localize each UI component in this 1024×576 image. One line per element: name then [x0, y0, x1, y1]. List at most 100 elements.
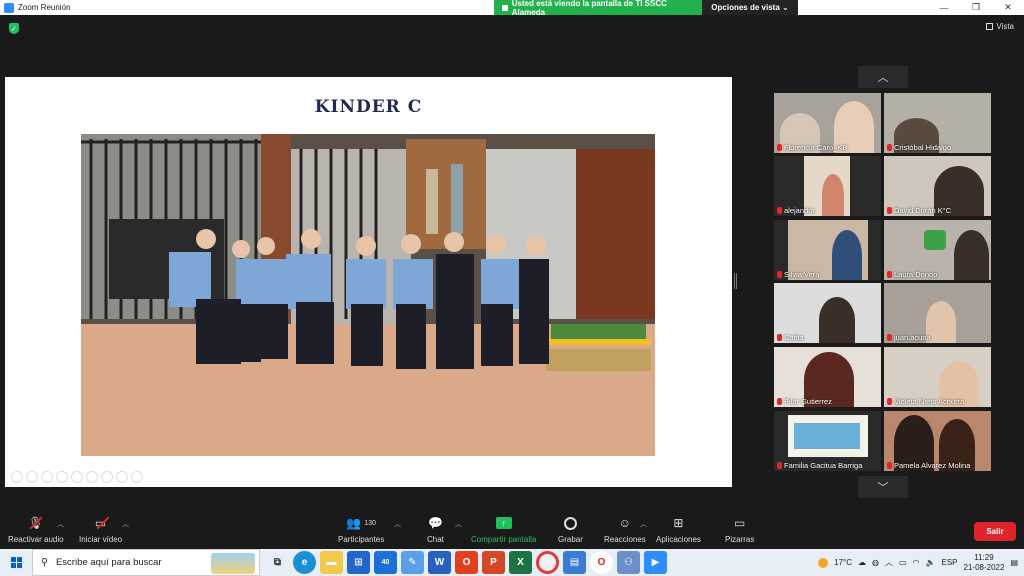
panel-splitter[interactable]: [734, 273, 737, 289]
participants-count: 130: [364, 519, 376, 527]
tool-icon[interactable]: [11, 471, 23, 483]
close-button[interactable]: ✕: [992, 0, 1024, 15]
start-button[interactable]: [0, 549, 32, 576]
opera-icon[interactable]: O: [590, 551, 613, 574]
share-screen-icon: ↑: [495, 515, 512, 531]
app-icon[interactable]: ⚇: [617, 551, 640, 574]
chevron-up-icon[interactable]: ︿: [394, 519, 401, 529]
chevron-up-icon[interactable]: ︿: [57, 519, 64, 529]
view-button[interactable]: Vista: [986, 22, 1014, 31]
muted-mic-icon: [887, 207, 892, 214]
speaker-icon[interactable]: 🔈: [926, 558, 936, 567]
muted-mic-icon: [887, 398, 892, 405]
task-view-icon[interactable]: ⧉: [266, 551, 289, 574]
start-video-button[interactable]: ▭ Iniciar vídeo: [79, 515, 122, 544]
tool-icon[interactable]: [86, 471, 98, 483]
language-indicator[interactable]: ESP: [942, 558, 958, 567]
tool-icon[interactable]: [26, 471, 38, 483]
unmute-button[interactable]: 🎙 Reactivar audio: [8, 515, 64, 544]
muted-mic-icon: 🎙: [28, 515, 43, 531]
chevron-up-icon[interactable]: ︿: [640, 519, 647, 529]
office-icon[interactable]: O: [455, 551, 478, 574]
participant-name: Violeta Nieto Achurra: [887, 397, 964, 406]
muted-mic-icon: [777, 334, 782, 341]
zoom-app-icon: [4, 2, 14, 13]
taskbar-apps: ⧉ e ▬ ⊞ 40 ✎ W O P X ▤ O ⚇ ▶: [266, 551, 667, 574]
muted-mic-icon: [777, 462, 782, 469]
participant-tile[interactable]: Laura Donoo: [884, 220, 991, 280]
class-photo-image: [81, 134, 655, 456]
participant-tile[interactable]: Florencia Caro_KB: [774, 93, 881, 153]
weather-icon[interactable]: [818, 557, 829, 568]
muted-mic-icon: [777, 144, 782, 151]
powerpoint-icon[interactable]: P: [482, 551, 505, 574]
participants-button[interactable]: 👥 130 Participantes: [338, 515, 384, 544]
clock[interactable]: 11:29 21-08-2022: [964, 553, 1005, 573]
record-icon: [563, 515, 577, 531]
chat-button[interactable]: 💬 Chat: [427, 515, 444, 544]
share-screen-button[interactable]: ↑ Compartir pantalla: [471, 515, 536, 544]
cloud-icon[interactable]: ☁: [858, 558, 866, 567]
minimize-button[interactable]: —: [928, 0, 960, 15]
tool-icon[interactable]: [56, 471, 68, 483]
chrome-icon[interactable]: [536, 551, 559, 574]
whiteboards-button[interactable]: ▭ Pizarras: [725, 515, 754, 544]
clock-date: 21-08-2022: [963, 562, 1005, 572]
participant-tile[interactable]: juan.acuna: [884, 283, 991, 343]
participant-tile[interactable]: Silvia Vera: [774, 220, 881, 280]
gallery-scroll-down[interactable]: ﹀: [858, 476, 908, 498]
gallery-scroll-up[interactable]: ︿: [858, 66, 908, 88]
chevron-up-icon[interactable]: ︿: [122, 519, 129, 529]
view-options-button[interactable]: Opciones de vista ⌄: [702, 0, 798, 15]
windows-logo-icon: [10, 557, 22, 568]
tool-icon[interactable]: [101, 471, 113, 483]
shield-icon[interactable]: ✓: [9, 23, 19, 34]
notification-icon[interactable]: ▤: [1010, 558, 1018, 567]
apps-button[interactable]: ⊞ Aplicaciones: [656, 515, 701, 544]
mail-icon[interactable]: 40: [374, 551, 397, 574]
edge-icon[interactable]: e: [293, 551, 316, 574]
participant-name: David Durán K°C: [887, 206, 951, 215]
tool-icon[interactable]: [116, 471, 128, 483]
participant-tile[interactable]: Pilar Gutierrez: [774, 347, 881, 407]
participant-name: Laura Donoo: [887, 270, 937, 279]
participant-tile[interactable]: David Durán K°C: [884, 156, 991, 216]
zoom-icon[interactable]: ▶: [644, 551, 667, 574]
maximize-button[interactable]: ❐: [960, 0, 992, 15]
leave-button[interactable]: Salir: [974, 522, 1016, 541]
tool-icon[interactable]: [41, 471, 53, 483]
apps-icon: ⊞: [673, 516, 684, 530]
record-button[interactable]: Grabar: [558, 515, 583, 544]
word-icon[interactable]: W: [428, 551, 451, 574]
tool-icon[interactable]: [71, 471, 83, 483]
chevron-up-icon[interactable]: ︿: [455, 519, 462, 529]
class-photo: [81, 134, 655, 456]
participants-icon: 👥: [346, 516, 362, 530]
tool-icon[interactable]: [131, 471, 143, 483]
participant-tile[interactable]: alejandra: [774, 156, 881, 216]
app-icon[interactable]: ▤: [563, 551, 586, 574]
hidden-icons-chevron-icon[interactable]: ︿: [885, 557, 893, 568]
search-icon: ⚲: [41, 557, 48, 568]
participant-name: Florencia Caro_KB: [777, 143, 847, 152]
screen-share-icon: [502, 4, 508, 11]
participant-tile[interactable]: Pamela Alvarez Molina: [884, 411, 991, 471]
participant-tile[interactable]: Cristóbal Hidalgo: [884, 93, 991, 153]
battery-icon[interactable]: ▭: [899, 558, 907, 567]
meeting-toolbar: 🎙 Reactivar audio ︿ ▭ Iniciar vídeo ︿ 👥1…: [0, 509, 1024, 549]
windows-taskbar: ⚲ Escribe aquí para buscar ⧉ e ▬ ⊞ 40 ✎ …: [0, 549, 1024, 576]
taskbar-search[interactable]: ⚲ Escribe aquí para buscar: [32, 549, 260, 576]
store-icon[interactable]: ⊞: [347, 551, 370, 574]
participant-tile[interactable]: Catita: [774, 283, 881, 343]
wifi-icon[interactable]: ◠: [913, 558, 920, 567]
app-icon[interactable]: ◍: [872, 558, 879, 567]
file-explorer-icon[interactable]: ▬: [320, 551, 343, 574]
participant-tile[interactable]: Familia Gacitua Barriga: [774, 411, 881, 471]
clock-time: 11:29: [974, 552, 994, 562]
participant-tile[interactable]: Violeta Nieto Achurra: [884, 347, 991, 407]
shared-slide: KINDER C: [5, 77, 732, 487]
participant-name: Familia Gacitua Barriga: [777, 461, 862, 470]
temperature[interactable]: 17°C: [834, 558, 852, 567]
app-icon[interactable]: ✎: [401, 551, 424, 574]
excel-icon[interactable]: X: [509, 551, 532, 574]
